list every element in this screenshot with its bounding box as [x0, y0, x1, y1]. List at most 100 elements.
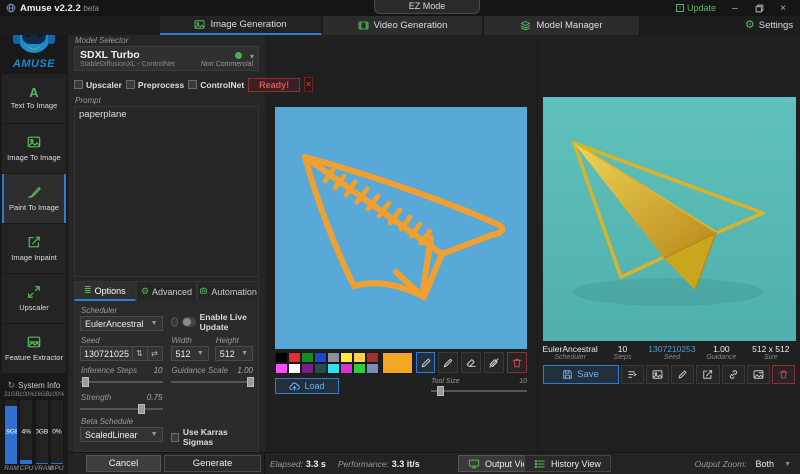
palette-color[interactable] — [275, 363, 288, 374]
preprocess-checkbox[interactable]: Preprocess — [126, 80, 184, 90]
seed-input[interactable] — [80, 346, 133, 361]
cloud-upload-icon — [289, 381, 300, 392]
model-selector[interactable]: SDXL Turbo StableDiffusionXL - ControlNe… — [74, 46, 259, 71]
karras-sigmas-checkbox[interactable]: Use Karras Sigmas — [171, 427, 254, 447]
tab-video-generation[interactable]: Video Generation — [323, 16, 483, 35]
send-to-upscaler-button[interactable] — [722, 365, 745, 384]
app-title: Amuse v2.2.2 beta — [20, 3, 99, 14]
app-window: Amuse v2.2.2 beta EZ Mode ↑ Update – × I… — [0, 0, 800, 474]
ez-mode-button[interactable]: EZ Mode — [374, 0, 480, 14]
output-zoom-dropdown[interactable]: Both▼ — [752, 458, 795, 470]
palette-color[interactable] — [340, 352, 353, 363]
palette-color[interactable] — [288, 363, 301, 374]
paint-panel: Load Tool Size 10 — [265, 35, 537, 452]
floppy-icon — [562, 369, 573, 380]
beta-schedule-dropdown[interactable]: ScaledLinear▼ — [80, 427, 163, 442]
tool-size-slider[interactable] — [431, 385, 527, 397]
sidebar-item-text-to-image[interactable]: A Text To Image — [2, 74, 66, 123]
output-zoom-label: Output Zoom: — [695, 459, 747, 469]
delete-output-button[interactable] — [772, 365, 795, 384]
update-button[interactable]: ↑ Update — [676, 3, 716, 13]
gears-icon: ⚙ — [141, 286, 149, 297]
image-icon — [27, 135, 41, 151]
pencil-tool-button[interactable] — [416, 352, 436, 373]
controlnet-checkbox[interactable]: ControlNet — [188, 80, 244, 90]
palette-color[interactable] — [288, 352, 301, 363]
height-dropdown[interactable]: 512▼ — [215, 346, 253, 361]
eraser-tool-button[interactable] — [461, 352, 481, 373]
expand-arrows-icon — [27, 285, 41, 301]
beta-schedule-label: Beta Schedule — [81, 417, 163, 426]
tab-advanced[interactable]: ⚙Advanced — [136, 281, 198, 301]
scheduler-dropdown[interactable]: EulerAncestral▼ — [80, 316, 163, 331]
sidebar-item-upscaler[interactable]: Upscaler — [2, 274, 66, 323]
palette-color[interactable] — [301, 352, 314, 363]
color-palette — [275, 352, 379, 374]
send-to-paint-button[interactable] — [671, 365, 694, 384]
paint-canvas[interactable] — [275, 107, 527, 349]
palette-color[interactable] — [353, 363, 366, 374]
titlebar: Amuse v2.2.2 beta EZ Mode ↑ Update – × — [0, 0, 800, 16]
tab-options[interactable]: ≣Options — [74, 281, 136, 301]
eraser-icon — [465, 357, 477, 369]
sidebar-item-paint-to-image[interactable]: Paint To Image — [2, 174, 66, 223]
live-update-toggle[interactable] — [182, 317, 196, 327]
unload-model-button[interactable]: ✕ — [304, 77, 313, 92]
tool-size-value: 10 — [519, 378, 527, 385]
send-to-inpaint-button[interactable] — [696, 365, 719, 384]
palette-color[interactable] — [314, 363, 327, 374]
seed-shuffle-button[interactable]: ⇄ — [148, 346, 163, 361]
load-image-button[interactable]: Load — [275, 378, 339, 394]
maximize-button[interactable] — [748, 1, 770, 15]
sidebar-item-feature-extractor[interactable]: Feature Extractor — [2, 324, 66, 373]
tab-automation[interactable]: Automation — [197, 281, 259, 301]
clear-mask-button[interactable] — [484, 352, 504, 373]
palette-color[interactable] — [366, 363, 379, 374]
save-button[interactable]: Save — [543, 365, 619, 384]
palette-color[interactable] — [301, 363, 314, 374]
stack-icon — [520, 20, 531, 31]
generate-button[interactable]: Generate — [164, 455, 261, 472]
width-dropdown[interactable]: 512▼ — [171, 346, 209, 361]
close-button[interactable]: × — [772, 1, 794, 15]
list-arrow-icon — [627, 369, 638, 380]
pencil-icon — [420, 357, 432, 369]
palette-color[interactable] — [340, 363, 353, 374]
pen-tool-button[interactable] — [438, 352, 458, 373]
palette-color[interactable] — [275, 352, 288, 363]
tab-image-generation[interactable]: Image Generation — [160, 16, 322, 35]
list-icon — [534, 459, 546, 469]
send-to-text-to-image-button[interactable] — [621, 365, 644, 384]
tab-model-manager[interactable]: Model Manager — [484, 16, 640, 35]
current-color-swatch[interactable] — [382, 352, 413, 374]
minimize-button[interactable]: – — [724, 1, 746, 15]
clear-canvas-button[interactable] — [507, 352, 527, 373]
seed-link[interactable]: 1307210253 — [647, 344, 696, 354]
palette-color[interactable] — [314, 352, 327, 363]
palette-color[interactable] — [327, 352, 340, 363]
globe-icon — [6, 3, 16, 13]
history-view-button[interactable]: History View — [524, 455, 611, 472]
inference-steps-slider[interactable] — [80, 376, 163, 388]
send-to-image-to-image-button[interactable] — [646, 365, 669, 384]
sidebar-item-image-to-image[interactable]: Image To Image — [2, 124, 66, 173]
image-icon — [194, 19, 205, 30]
upscaler-checkbox[interactable]: Upscaler — [74, 80, 122, 90]
palette-color[interactable] — [327, 363, 340, 374]
palette-color[interactable] — [353, 352, 366, 363]
ready-button[interactable]: Ready! — [248, 78, 300, 92]
edit-square-icon — [27, 235, 41, 251]
cancel-button[interactable]: Cancel — [86, 455, 161, 472]
send-to-feature-extractor-button[interactable] — [747, 365, 770, 384]
seed-repeat-button[interactable]: ⇅ — [133, 346, 148, 361]
prompt-label: Prompt — [75, 96, 259, 105]
guidance-scale-slider[interactable] — [171, 376, 254, 388]
settings-button[interactable]: ⚙ Settings — [738, 16, 800, 35]
prompt-input[interactable]: paperplane — [74, 106, 259, 277]
sidebar-item-image-inpaint[interactable]: Image Inpaint — [2, 224, 66, 273]
output-metadata: EulerAncestralScheduler 10Steps 13072102… — [543, 344, 796, 361]
strength-slider[interactable] — [80, 403, 163, 415]
palette-color[interactable] — [366, 352, 379, 363]
elapsed-stat: Elapsed: 3.3 s — [270, 459, 326, 470]
sliders-icon: ≣ — [84, 285, 92, 296]
